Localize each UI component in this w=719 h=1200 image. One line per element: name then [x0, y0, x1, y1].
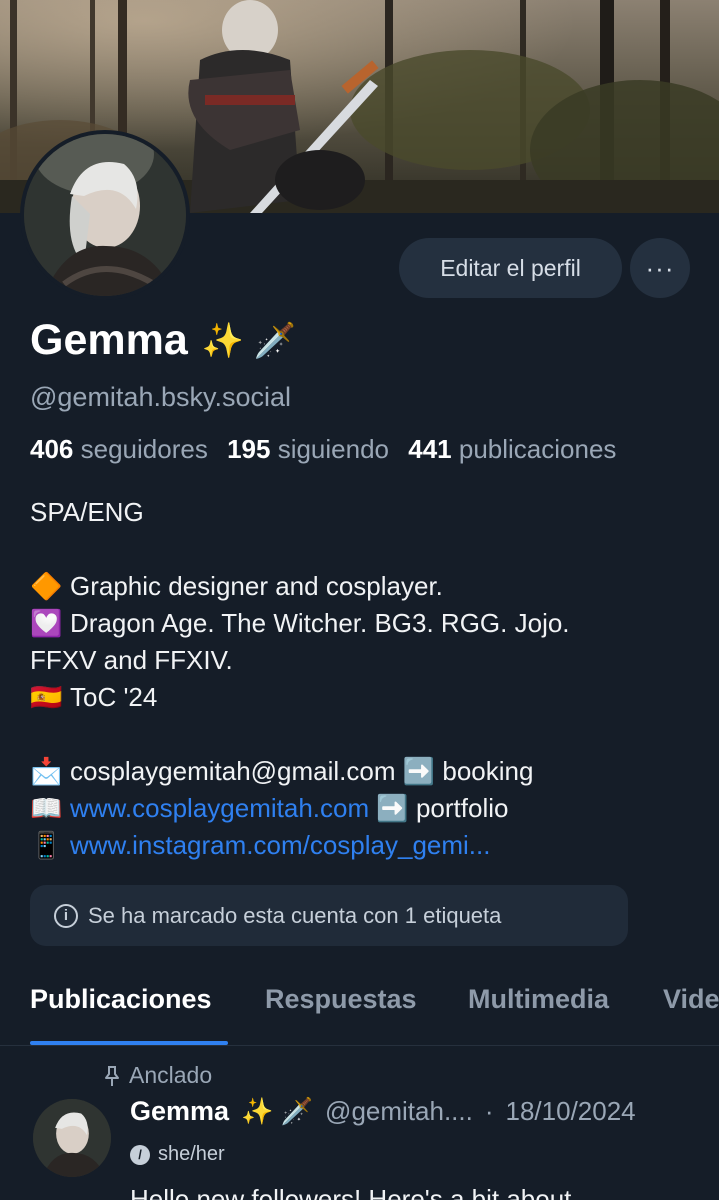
spain-flag-icon: 🇪🇸: [30, 682, 63, 712]
website-link[interactable]: www.cosplaygemitah.com: [70, 793, 369, 823]
ellipsis-icon: ···: [645, 252, 675, 283]
bio-line-fandoms-cont: FFXV and FFXIV.: [30, 645, 233, 675]
pinned-indicator: Anclado: [103, 1062, 212, 1089]
envelope-icon: 📩: [30, 756, 63, 786]
display-name: Gemma ✨ 🗡️: [30, 316, 296, 365]
profile-bio: SPA/ENG 🔶 Graphic designer and cosplayer.…: [30, 494, 710, 864]
post-separator: ·: [484, 1096, 494, 1126]
heart-decoration-icon: 💟: [30, 608, 63, 638]
post-author-emojis: ✨ 🗡️: [241, 1096, 314, 1126]
labels-notice-button[interactable]: i Se ha marcado esta cuenta con 1 etique…: [30, 885, 628, 946]
profile-page: Editar el perfil ··· Gemma ✨ 🗡️ @gemitah…: [0, 0, 719, 1200]
following-link[interactable]: 195 siguiendo: [227, 434, 389, 464]
post-header: Gemma ✨ 🗡️ @gemitah.... · 18/10/2024: [130, 1096, 636, 1127]
post-text: Hello new followers! Here's a bit about: [130, 1184, 572, 1200]
post-author-avatar[interactable]: [33, 1099, 111, 1177]
phone-icon: 📱: [30, 830, 63, 860]
edit-profile-button[interactable]: Editar el perfil: [399, 238, 622, 298]
post-pronouns: / she/her: [130, 1143, 225, 1166]
orange-diamond-icon: 🔶: [30, 571, 63, 601]
tab-publicaciones[interactable]: Publicaciones: [30, 984, 212, 1015]
info-icon: i: [54, 903, 78, 928]
profile-stats: 406 seguidores 195 siguiendo 441 publica…: [30, 434, 616, 465]
labels-notice-text: Se ha marcado esta cuenta con 1 etiqueta: [88, 902, 502, 928]
name-emojis: ✨ 🗡️: [201, 321, 296, 360]
posts-stat: 441 publicaciones: [408, 434, 616, 464]
posts-count: 441: [408, 434, 452, 464]
instagram-link[interactable]: www.instagram.com/cosplay_gemi...: [70, 830, 490, 860]
post-author-handle[interactable]: @gemitah....: [325, 1096, 473, 1127]
pin-icon: [105, 1065, 119, 1086]
bio-line-fandoms: Dragon Age. The Witcher. BG3. RGG. Jojo.: [70, 608, 570, 638]
profile-tabs: Publicaciones Respuestas Multimedia Vide: [0, 968, 719, 1046]
following-label: siguiendo: [277, 434, 389, 464]
pronouns-icon: /: [130, 1144, 150, 1165]
tab-multimedia[interactable]: Multimedia: [468, 984, 609, 1015]
posts-label: publicaciones: [458, 434, 617, 464]
profile-handle: @gemitah.bsky.social: [30, 382, 292, 412]
arrow-right-icon: ➡️: [376, 793, 409, 823]
followers-count: 406: [30, 434, 74, 464]
followers-link[interactable]: 406 seguidores: [30, 434, 208, 464]
pinned-label: Anclado: [129, 1062, 213, 1088]
bio-email-suffix: booking: [442, 756, 534, 786]
arrow-right-icon: ➡️: [402, 756, 436, 786]
tab-videos[interactable]: Vide: [663, 984, 719, 1015]
more-options-button[interactable]: ···: [630, 238, 690, 298]
pronouns-text: she/her: [158, 1143, 225, 1165]
post-author-name[interactable]: Gemma: [130, 1096, 229, 1127]
bio-language: SPA/ENG: [30, 497, 144, 527]
bio-website-suffix: portfolio: [415, 793, 509, 823]
active-tab-indicator: [30, 1041, 228, 1045]
tab-respuestas[interactable]: Respuestas: [265, 984, 417, 1015]
post-date[interactable]: 18/10/2024: [506, 1096, 636, 1127]
bio-line-designer: Graphic designer and cosplayer.: [70, 571, 443, 601]
bio-email: cosplaygemitah@gmail.com: [70, 756, 396, 786]
profile-avatar[interactable]: [20, 130, 190, 300]
display-name-text: Gemma: [30, 316, 188, 364]
bio-line-toc: ToC '24: [70, 682, 158, 712]
followers-label: seguidores: [80, 434, 208, 464]
following-count: 195: [227, 434, 271, 464]
book-icon: 📖: [30, 793, 63, 823]
